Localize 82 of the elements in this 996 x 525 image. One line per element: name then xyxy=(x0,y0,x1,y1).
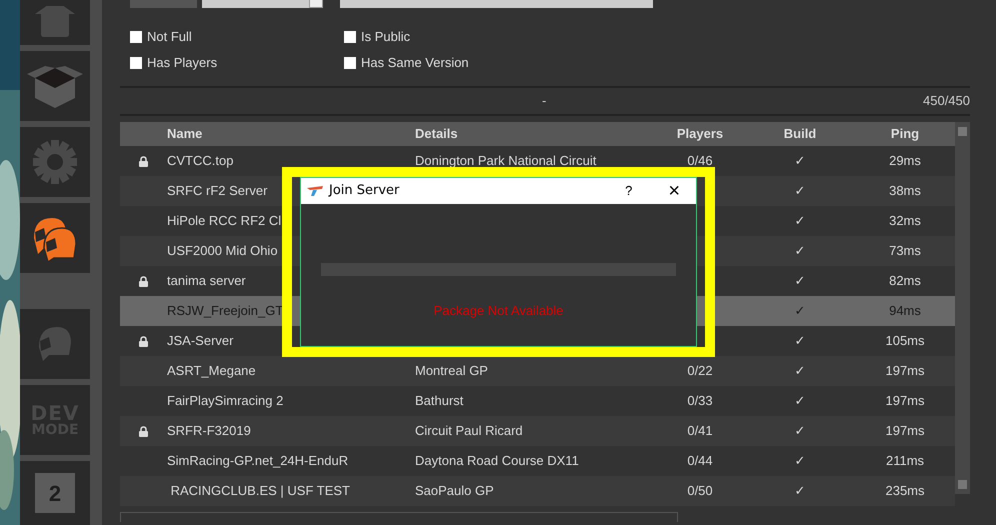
lock-icon xyxy=(139,276,148,286)
build-check: ✓ xyxy=(794,153,806,168)
checkbox[interactable] xyxy=(130,57,142,69)
table-cell: 0/41 xyxy=(687,423,713,438)
server-row[interactable]: ASRT_Megane Montreal GP 0/22 ✓ 197ms xyxy=(120,356,955,386)
table-cell-text: SRFR-F32019 xyxy=(167,422,251,440)
table-cell-text: SRFC rF2 Server xyxy=(167,182,268,200)
gear-icon xyxy=(33,140,77,184)
close-button[interactable]: × xyxy=(668,181,680,201)
build-check: ✓ xyxy=(794,363,806,378)
checkbox[interactable] xyxy=(344,57,356,69)
table-cell-text: ASRT_Megane xyxy=(167,362,256,380)
checkbox-label: Has Same Version xyxy=(361,54,469,72)
help-button[interactable]: ? xyxy=(625,181,632,201)
build-check: ✓ xyxy=(794,273,806,288)
table-cell-text: FairPlaySimracing 2 xyxy=(167,392,284,410)
lock-icon xyxy=(139,336,148,346)
dialog-title: Join Server xyxy=(329,182,400,200)
build-check: ✓ xyxy=(794,213,806,228)
table-cell-text: JSA-Server xyxy=(167,332,234,350)
column-header[interactable]: Build xyxy=(745,124,855,144)
table-cell: 29ms xyxy=(889,153,921,168)
box-icon xyxy=(27,64,83,108)
table-cell: 211ms xyxy=(886,453,924,468)
table-cell: 197ms xyxy=(885,363,925,378)
table-cell: SaoPaulo GP xyxy=(415,483,494,498)
build-check: ✓ xyxy=(794,303,806,318)
table-cell-text: HiPole RCC RF2 Cl xyxy=(167,212,282,230)
build-check: ✓ xyxy=(794,423,806,438)
table-cell: 0/50 xyxy=(687,483,713,498)
table-cell: Montreal GP xyxy=(415,363,488,378)
scrollbar[interactable] xyxy=(955,122,970,494)
status-text: - xyxy=(542,92,546,110)
logo-icon: 2 xyxy=(35,473,75,513)
table-cell: Donington Park National Circuit xyxy=(415,153,596,168)
table-cell: 73ms xyxy=(889,243,921,258)
checkbox-label: Is Public xyxy=(361,28,410,46)
table-cell: 0/46 xyxy=(687,153,713,168)
table-cell: 0/44 xyxy=(687,453,713,468)
table-cell-text: CVTCC.top xyxy=(167,152,234,170)
server-row[interactable]: SRFR-F32019 Circuit Paul Ricard 0/41 ✓ 197ms xyxy=(120,416,955,446)
table-cell: 235ms xyxy=(885,483,925,498)
column-header[interactable]: Ping xyxy=(855,124,955,144)
build-check: ✓ xyxy=(794,333,806,348)
table-cell-text: USF2000 Mid Ohio xyxy=(167,242,278,260)
app-logo-icon xyxy=(307,186,323,196)
table-cell: Bathurst xyxy=(415,393,464,408)
build-check: ✓ xyxy=(794,483,806,498)
checkbox[interactable] xyxy=(130,31,142,43)
sidebar-tab[interactable] xyxy=(20,203,90,273)
table-cell-text: RACINGCLUB.ES | USF TEST xyxy=(170,482,350,500)
build-check: ✓ xyxy=(794,183,806,198)
table-cell: 105ms xyxy=(885,333,925,348)
server-count: 450/450 xyxy=(923,92,970,110)
build-check: ✓ xyxy=(794,243,806,258)
table-cell-text: SimRacing-GP.net_24H-EnduR xyxy=(167,452,348,470)
table-cell: Circuit Paul Ricard xyxy=(415,423,523,438)
lock-icon xyxy=(139,426,148,436)
build-check: ✓ xyxy=(794,453,806,468)
helmet-icon xyxy=(37,325,73,363)
lock-icon xyxy=(139,156,148,166)
table-cell: 0/33 xyxy=(687,393,713,408)
error-message: Package Not Available xyxy=(432,302,564,320)
table-cell: 197ms xyxy=(885,393,925,408)
sidebar-tab[interactable] xyxy=(20,51,90,121)
table-cell-text: RSJW_Freejoin_GT xyxy=(167,302,284,320)
column-header[interactable]: Players xyxy=(655,124,745,144)
table-cell: 197ms xyxy=(885,423,925,438)
server-row[interactable]: RACINGCLUB.ES | USF TEST SaoPaulo GP 0/50 ✓ 235ms xyxy=(120,476,955,506)
build-check: ✓ xyxy=(794,393,806,408)
table-cell: 0/22 xyxy=(687,363,713,378)
column-header[interactable]: Details xyxy=(415,124,655,144)
column-header[interactable]: Name xyxy=(167,124,415,144)
checkbox[interactable] xyxy=(344,31,356,43)
table-cell: 82ms xyxy=(889,273,921,288)
table-cell: 94ms xyxy=(889,303,921,318)
table-cell: 38ms xyxy=(889,183,921,198)
table-cell-text: tanima server xyxy=(167,272,246,290)
table-cell: Daytona Road Course DX11 xyxy=(415,453,579,468)
checkbox-label: Has Players xyxy=(147,54,218,72)
checkbox-label: Not Full xyxy=(147,28,192,46)
table-cell: 32ms xyxy=(889,213,921,228)
